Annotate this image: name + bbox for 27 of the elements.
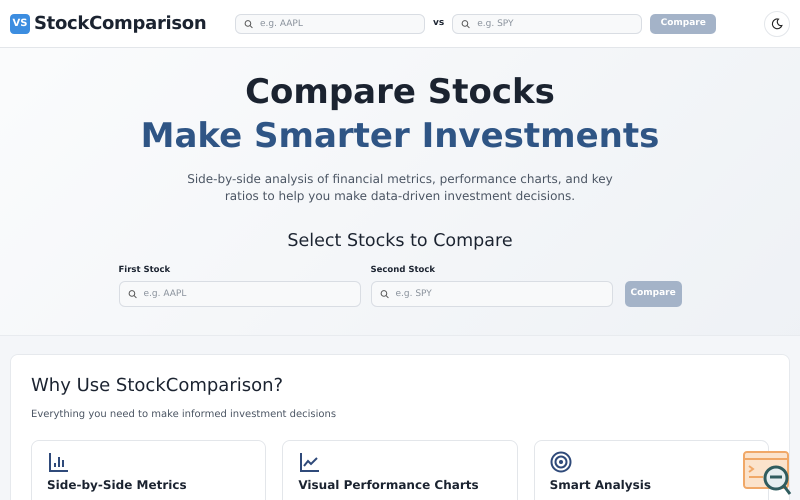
hero-subtitle: Make Smarter Investments	[140, 116, 660, 157]
theme-toggle[interactable]	[764, 10, 790, 36]
section-title: Why Use StockComparison?	[31, 375, 284, 397]
hero-description: Side-by-side analysis of financial metrics, performance charts, and key ratios to help you make data-driven investment decisions.	[186, 170, 614, 206]
moon-icon	[771, 18, 783, 30]
search-field[interactable]: e.g. SPY	[370, 281, 612, 308]
card-title: Smart Analysis	[550, 478, 652, 492]
search-icon	[244, 19, 253, 28]
line-chart-icon	[298, 450, 320, 473]
search-icon	[461, 19, 470, 28]
bar-chart-icon	[47, 450, 69, 473]
field-label: First Stock	[118, 264, 172, 278]
search-icon	[128, 290, 136, 299]
form-title: Select Stocks to Compare	[286, 231, 514, 252]
search-field[interactable]: e.g. SPY	[452, 14, 642, 34]
search-field[interactable]: e.g. AAPL	[118, 281, 360, 308]
logo-badge: VS	[10, 14, 30, 34]
search-field[interactable]: e.g. AAPL	[235, 14, 425, 34]
card-title: Visual Performance Charts	[298, 478, 480, 492]
hero-title: Compare Stocks	[244, 71, 556, 114]
section-subtitle: Everything you need to make informed investment decisions	[31, 408, 338, 422]
card-title: Side-by-Side Metrics	[47, 478, 188, 492]
search-icon	[380, 290, 388, 299]
vs-label: vs	[433, 16, 444, 30]
brand-name[interactable]: StockComparison	[34, 10, 206, 37]
field-label: Second Stock	[370, 264, 436, 278]
target-icon	[550, 450, 572, 473]
